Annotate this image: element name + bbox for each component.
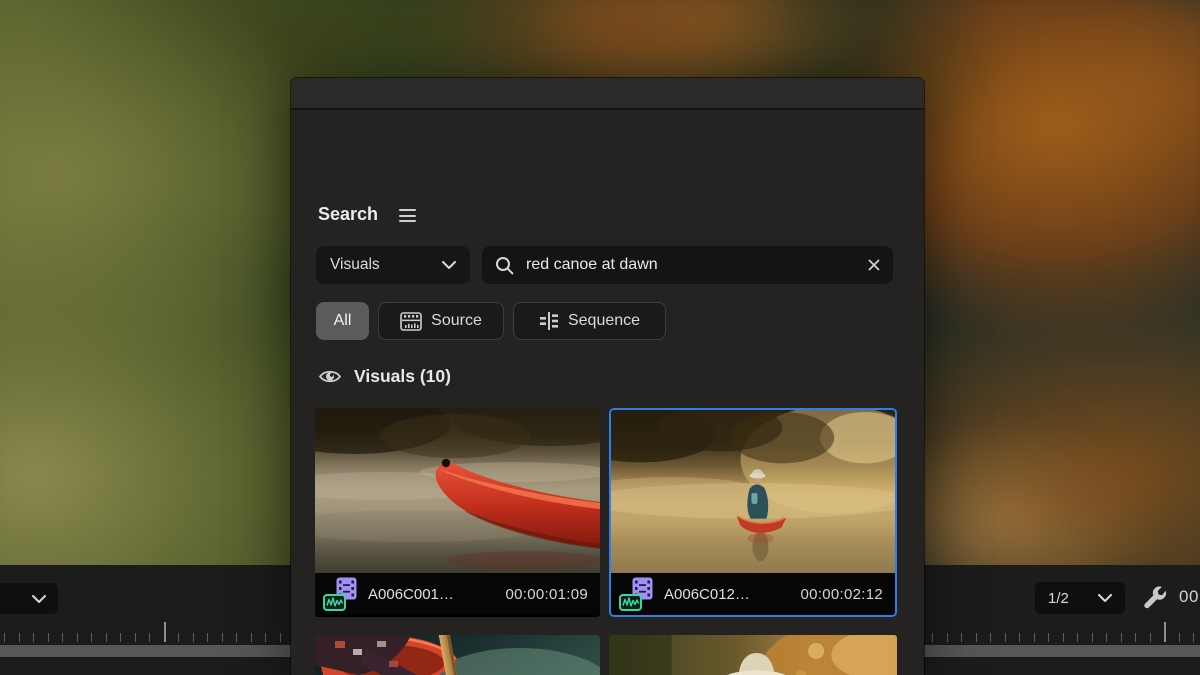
clip-name: A006C012… xyxy=(664,586,750,603)
filter-all-button[interactable]: All xyxy=(316,302,369,340)
thumbnail-canoe-paddle-closeup xyxy=(315,635,600,675)
av-clip-icon xyxy=(323,577,359,611)
results-count-label: Visuals (10) xyxy=(354,366,451,387)
chevron-down-icon xyxy=(1098,594,1112,602)
filter-source-button[interactable]: Source xyxy=(378,302,504,340)
panel-menu-icon[interactable] xyxy=(399,209,416,222)
sequence-icon xyxy=(539,311,559,331)
search-panel: Search Visuals All xyxy=(291,78,924,675)
search-input[interactable] xyxy=(524,255,868,275)
audio-clip-icon xyxy=(619,594,642,611)
filter-sequence-label: Sequence xyxy=(568,312,640,330)
clip-timecode: 00:00:02:12 xyxy=(800,586,883,603)
results-grid: A006C001… 00:00:01:09 xyxy=(315,408,900,675)
thumbnail-person-canoe-dawn xyxy=(611,410,895,573)
clip-info-bar: A006C012… 00:00:02:12 xyxy=(611,573,895,615)
wrench-icon[interactable] xyxy=(1141,585,1167,611)
av-clip-icon xyxy=(619,577,655,611)
clip-filmstrip-icon xyxy=(400,312,422,331)
timeline-left-dropdown[interactable] xyxy=(0,583,58,614)
thumbnail-canoe-bow-mist xyxy=(315,408,600,573)
category-dropdown[interactable]: Visuals xyxy=(316,246,470,284)
search-field[interactable] xyxy=(482,246,893,284)
category-dropdown-value: Visuals xyxy=(330,256,380,274)
clip-info-bar: A006C001… 00:00:01:09 xyxy=(315,573,600,615)
clip-name: A006C001… xyxy=(368,586,454,603)
result-card-4[interactable] xyxy=(609,635,897,675)
filter-source-label: Source xyxy=(431,312,482,330)
results-section-header: Visuals (10) xyxy=(318,366,451,387)
result-card-3[interactable] xyxy=(315,635,600,675)
page-dropdown-value: 1/2 xyxy=(1048,590,1069,607)
clear-search-icon[interactable] xyxy=(868,259,880,271)
audio-clip-icon xyxy=(323,594,346,611)
clip-timecode: 00:00:01:09 xyxy=(505,586,588,603)
filter-sequence-button[interactable]: Sequence xyxy=(513,302,666,340)
filter-all-label: All xyxy=(334,312,352,330)
result-card-1[interactable]: A006C001… 00:00:01:09 xyxy=(315,408,600,617)
search-icon xyxy=(495,256,514,275)
chevron-down-icon xyxy=(442,261,456,269)
timecode-fragment: 00 xyxy=(1179,587,1199,607)
panel-header-bar[interactable] xyxy=(291,78,924,110)
panel-title: Search xyxy=(318,204,378,225)
page-dropdown[interactable]: 1/2 xyxy=(1035,582,1125,614)
thumbnail-photographer xyxy=(609,635,897,675)
chevron-down-icon xyxy=(32,595,46,603)
app-window: 1/2 00 Search Visuals A xyxy=(0,0,1200,675)
result-card-2-selected[interactable]: A006C012… 00:00:02:12 xyxy=(609,408,897,617)
eye-icon xyxy=(318,368,342,385)
